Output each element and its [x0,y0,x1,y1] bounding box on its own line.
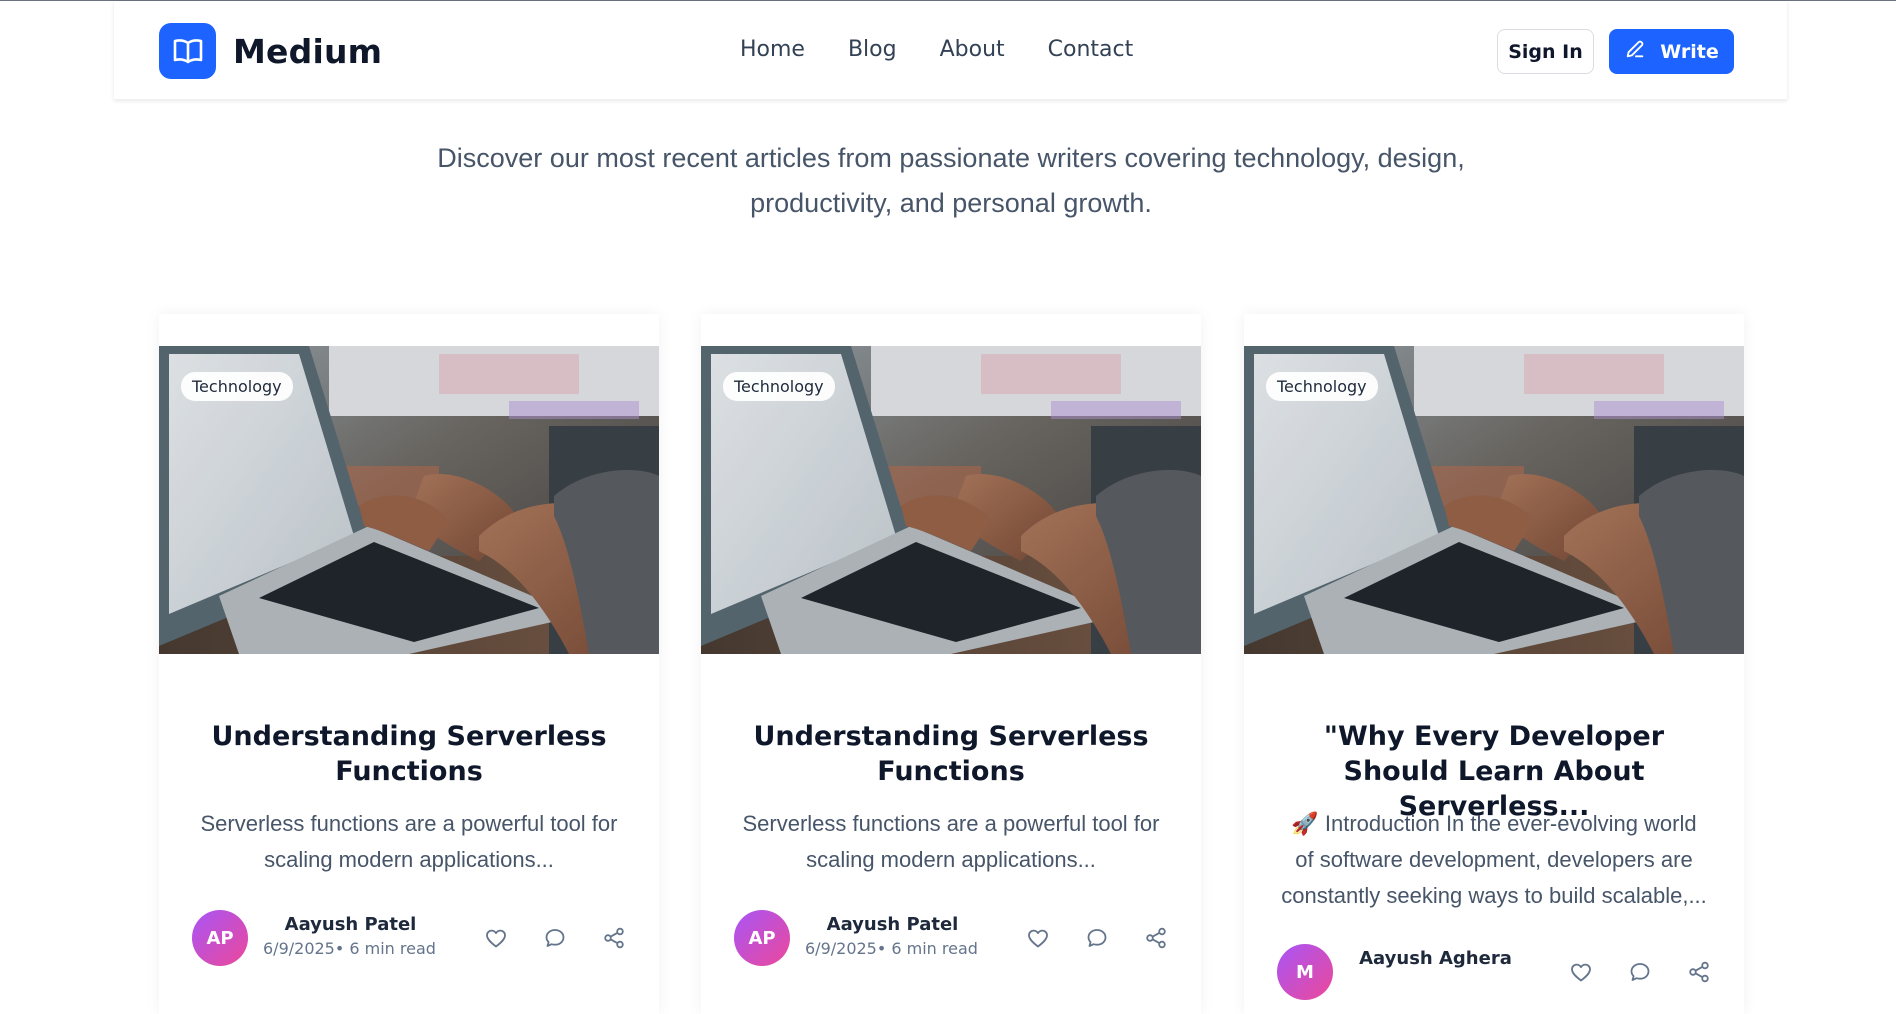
article-card[interactable]: Technology "Why Every Developer Should L… [1244,314,1744,1014]
brand-name: Medium [233,31,383,71]
sign-in-button[interactable]: Sign In [1497,29,1594,74]
main-nav: Home Blog About Contact [740,37,1133,62]
nav-blog[interactable]: Blog [848,37,897,62]
author-name[interactable]: Aayush Aghera [1348,944,1523,970]
nav-contact[interactable]: Contact [1048,37,1134,62]
author-avatar[interactable]: AP [734,910,790,966]
comment-icon[interactable] [1628,960,1652,984]
article-actions [1569,960,1711,984]
article-title[interactable]: Understanding Serverless Functions [199,719,619,789]
comment-icon[interactable] [543,926,567,950]
read-time: • 6 min read [334,939,436,958]
article-excerpt: Serverless functions are a powerful tool… [200,811,618,872]
category-badge[interactable]: Technology [1266,372,1378,401]
article-meta: AP Aayush Patel 6/9/2025• 6 min read [734,910,980,966]
article-actions [1026,926,1168,950]
author-avatar[interactable]: M [1277,944,1333,1000]
heart-icon[interactable] [484,926,508,950]
article-title[interactable]: Understanding Serverless Functions [741,719,1161,789]
author-avatar[interactable]: AP [192,910,248,966]
article-excerpt: 🚀 Introduction In the ever-evolving worl… [1281,811,1707,908]
author-info: Aayush Patel 6/9/2025• 6 min read [805,910,980,958]
article-meta: M Aayush Aghera [1277,944,1523,1000]
article-meta: AP Aayush Patel 6/9/2025• 6 min read [192,910,438,966]
publish-info: 6/9/2025• 6 min read [263,939,438,958]
write-label: Write [1660,40,1719,63]
heart-icon[interactable] [1026,926,1050,950]
heart-icon[interactable] [1569,960,1593,984]
category-badge[interactable]: Technology [181,372,293,401]
article-card[interactable]: Technology Understanding Serverless Func… [701,314,1201,1014]
article-card[interactable]: Technology Understanding Serverless Func… [159,314,659,1014]
book-open-icon [159,23,216,79]
nav-about[interactable]: About [940,37,1005,62]
write-button[interactable]: Write [1609,29,1734,74]
brand-logo[interactable]: Medium [159,23,382,79]
share-icon[interactable] [1687,960,1711,984]
author-info: Aayush Patel 6/9/2025• 6 min read [263,910,438,958]
share-icon[interactable] [1144,926,1168,950]
pencil-icon [1624,38,1646,65]
sign-in-label: Sign In [1508,40,1583,63]
author-name[interactable]: Aayush Patel [805,910,980,936]
publish-info: 6/9/2025• 6 min read [805,939,980,958]
publish-date: 6/9/2025 [263,939,335,958]
author-name[interactable]: Aayush Patel [263,910,438,936]
hero-subtitle: Discover our most recent articles from p… [437,143,1465,218]
read-time: • 6 min read [876,939,978,958]
site-header: Medium Home Blog About Contact Sign In W… [114,1,1787,100]
category-badge[interactable]: Technology [723,372,835,401]
publish-date: 6/9/2025 [805,939,877,958]
nav-home[interactable]: Home [740,37,805,62]
article-excerpt: Serverless functions are a powerful tool… [742,811,1160,872]
share-icon[interactable] [602,926,626,950]
article-actions [484,926,626,950]
comment-icon[interactable] [1085,926,1109,950]
